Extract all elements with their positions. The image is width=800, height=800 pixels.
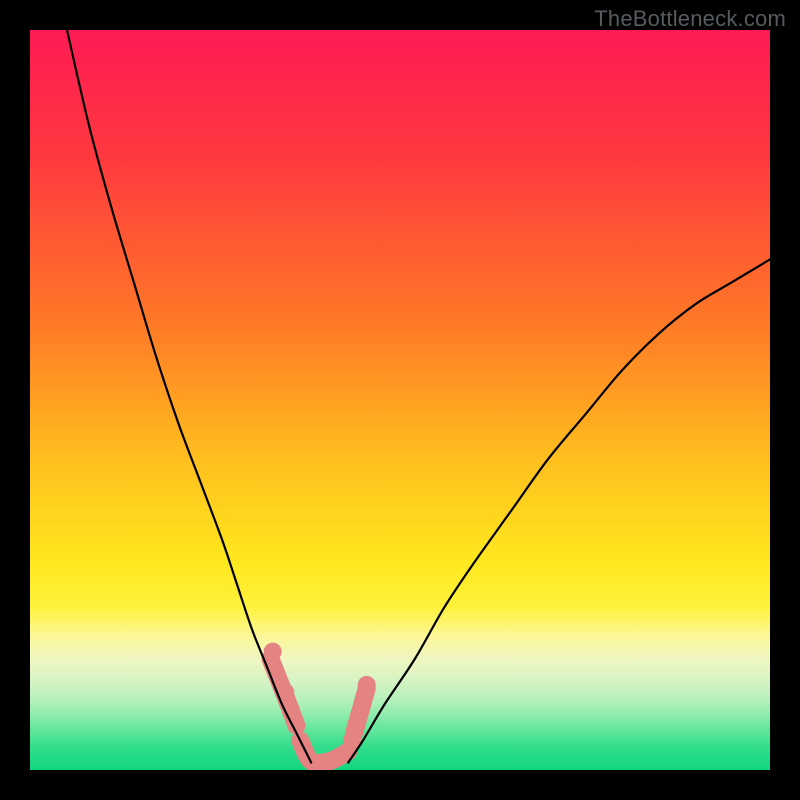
curve-layer (30, 30, 770, 770)
plot-area (30, 30, 770, 770)
watermark-text: TheBottleneck.com (594, 6, 786, 32)
valley-marker-segment (354, 689, 367, 733)
curve-lines-group (67, 30, 770, 763)
chart-frame: TheBottleneck.com (0, 0, 800, 800)
right-curve (348, 259, 770, 762)
valley-marker-dot (264, 643, 282, 661)
valley-marker-segment (300, 740, 348, 763)
valley-marker-dot (358, 676, 376, 694)
